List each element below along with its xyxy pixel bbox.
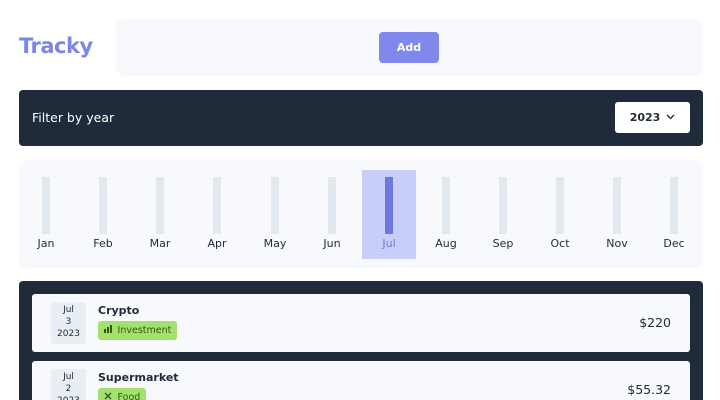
year-select[interactable]: 2023 bbox=[615, 102, 690, 133]
month-bar bbox=[99, 177, 107, 234]
utensils-icon bbox=[104, 392, 115, 400]
month-jul[interactable]: Jul bbox=[362, 170, 416, 259]
month-label: Apr bbox=[207, 237, 227, 250]
list-item[interactable]: Jul 3 2023 Crypto Investment $220 bbox=[32, 294, 690, 352]
date-month: Jul bbox=[63, 372, 74, 382]
month-label: Dec bbox=[663, 237, 685, 250]
month-aug[interactable]: Aug bbox=[419, 170, 473, 259]
expense-title: Crypto bbox=[98, 304, 140, 317]
month-bar bbox=[442, 177, 450, 234]
month-bar bbox=[556, 177, 564, 234]
month-label: Feb bbox=[93, 237, 113, 250]
chevron-down-icon bbox=[666, 113, 675, 123]
month-apr[interactable]: Apr bbox=[190, 170, 244, 259]
month-bar bbox=[613, 177, 621, 234]
month-label: Jul bbox=[382, 237, 396, 250]
month-bar bbox=[271, 177, 279, 234]
month-label: Nov bbox=[606, 237, 628, 250]
category-tag: Investment bbox=[98, 321, 178, 340]
add-button[interactable]: Add bbox=[379, 32, 439, 63]
month-may[interactable]: May bbox=[248, 170, 302, 259]
month-label: Mar bbox=[149, 237, 171, 250]
month-jun[interactable]: Jun bbox=[305, 170, 359, 259]
list-item[interactable]: Jul 2 2023 Supermarket Food $55.32 bbox=[32, 361, 690, 400]
month-chart: Jan Feb Mar Apr May Jun Jul Aug Sep Oct … bbox=[19, 160, 703, 268]
year-select-value: 2023 bbox=[629, 111, 661, 124]
expense-list: Jul 3 2023 Crypto Investment $220 Jul 2 … bbox=[19, 281, 703, 400]
month-label: Oct bbox=[550, 237, 570, 250]
bar-chart-icon bbox=[104, 325, 115, 335]
month-sep[interactable]: Sep bbox=[476, 170, 530, 259]
expense-amount: $220 bbox=[639, 315, 671, 330]
category-label: Investment bbox=[117, 325, 172, 336]
filter-bar: Filter by year 2023 bbox=[19, 90, 703, 146]
date-badge: Jul 2 2023 bbox=[51, 369, 86, 400]
filter-label: Filter by year bbox=[32, 110, 115, 125]
date-badge: Jul 3 2023 bbox=[51, 302, 86, 344]
date-month: Jul bbox=[63, 305, 74, 315]
month-label: May bbox=[263, 237, 287, 250]
top-toolbar: Add bbox=[116, 19, 703, 76]
expense-title: Supermarket bbox=[98, 371, 179, 384]
month-label: Jun bbox=[323, 237, 341, 250]
month-bar bbox=[499, 177, 507, 234]
month-label: Sep bbox=[492, 237, 514, 250]
date-year: 2023 bbox=[51, 395, 86, 400]
month-oct[interactable]: Oct bbox=[533, 170, 587, 259]
month-bar bbox=[42, 177, 50, 234]
date-day: 2 bbox=[65, 384, 72, 394]
month-bar bbox=[156, 177, 164, 234]
month-bar bbox=[385, 177, 393, 234]
month-bar bbox=[670, 177, 678, 234]
month-bar bbox=[213, 177, 221, 234]
month-label: Aug bbox=[435, 237, 457, 250]
month-feb[interactable]: Feb bbox=[76, 170, 130, 259]
month-jan[interactable]: Jan bbox=[19, 170, 73, 259]
app-logo: Tracky bbox=[19, 34, 93, 58]
date-day: 3 bbox=[65, 317, 72, 327]
month-label: Jan bbox=[37, 237, 55, 250]
month-mar[interactable]: Mar bbox=[133, 170, 187, 259]
category-tag: Food bbox=[98, 388, 147, 400]
month-nov[interactable]: Nov bbox=[590, 170, 644, 259]
category-label: Food bbox=[117, 392, 141, 400]
month-dec[interactable]: Dec bbox=[647, 170, 701, 259]
expense-amount: $55.32 bbox=[627, 382, 671, 397]
month-bar bbox=[328, 177, 336, 234]
date-year: 2023 bbox=[57, 329, 80, 339]
